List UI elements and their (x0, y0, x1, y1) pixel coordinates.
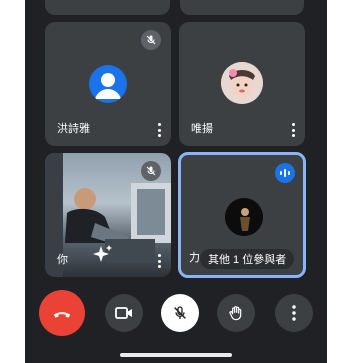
avatar (225, 198, 263, 236)
avatar (221, 62, 263, 104)
end-call-button[interactable] (39, 290, 85, 336)
participant-tile-partial[interactable] (45, 0, 170, 15)
participant-tile[interactable]: 唯揚 (179, 22, 305, 146)
meeting-screen: 洪詩雅 唯揚 你 力 其他 1 位參與者 (25, 0, 327, 363)
more-vert-icon (292, 305, 296, 321)
camera-icon (115, 307, 132, 319)
speaking-indicator-icon (275, 163, 295, 183)
more-options-button[interactable] (275, 294, 313, 332)
effects-sparkle-icon[interactable] (93, 244, 113, 269)
home-indicator[interactable] (120, 353, 232, 357)
camera-button[interactable] (105, 294, 143, 332)
mic-off-icon (141, 30, 161, 50)
participant-name: 唯揚 (191, 123, 213, 135)
participant-menu-icon[interactable] (157, 123, 161, 137)
raise-hand-button[interactable] (217, 294, 255, 332)
hand-icon (229, 306, 242, 321)
mic-off-icon (141, 161, 161, 181)
hang-up-icon (53, 312, 71, 318)
others-tile[interactable]: 力 其他 1 位參與者 (178, 152, 306, 278)
mic-toggle-button[interactable] (161, 294, 199, 332)
participant-menu-icon[interactable] (157, 254, 161, 268)
participant-name: 你 (57, 254, 68, 266)
others-count-label: 其他 1 位參與者 (200, 249, 295, 269)
self-view-tile[interactable]: 你 (45, 153, 171, 277)
participant-tile-partial[interactable] (180, 0, 304, 15)
default-avatar-icon (89, 65, 127, 103)
participant-tile[interactable]: 洪詩雅 (45, 22, 171, 146)
call-controls (25, 290, 327, 340)
mic-off-icon (174, 306, 186, 319)
participant-name: 力 (189, 252, 200, 264)
participant-menu-icon[interactable] (291, 123, 295, 137)
participant-name: 洪詩雅 (57, 123, 90, 135)
